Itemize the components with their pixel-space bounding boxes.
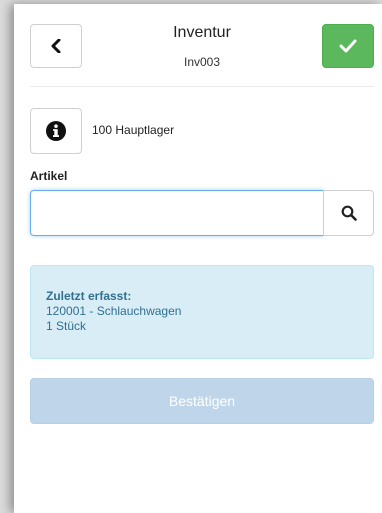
page-title: Inventur [173, 24, 231, 41]
article-search-button[interactable] [323, 190, 374, 236]
check-icon [339, 39, 357, 53]
page-subtitle: Inv003 [183, 55, 221, 69]
info-circle-icon [46, 121, 66, 141]
last-recorded-quantity: 1 Stück [46, 319, 87, 333]
chevron-left-icon [51, 39, 61, 53]
confirm-check-button[interactable] [322, 24, 374, 68]
last-recorded-title: Zuletzt erfasst: [46, 289, 132, 303]
last-recorded-alert: Zuletzt erfasst: 120001 - Schlauchwagen … [30, 265, 374, 359]
confirm-button[interactable]: Bestätigen [30, 378, 374, 424]
article-input[interactable] [30, 190, 324, 236]
article-label: Artikel [30, 169, 68, 183]
back-button[interactable] [30, 24, 82, 68]
location-label: 100 Hauptlager [92, 123, 175, 137]
location-info-button[interactable] [30, 108, 82, 154]
last-recorded-item: 120001 - Schlauchwagen [46, 304, 182, 318]
search-icon [341, 205, 357, 221]
header-divider [30, 86, 374, 87]
inventory-panel: Inventur Inv003 100 Hauptlager Artikel Z… [14, 4, 382, 513]
